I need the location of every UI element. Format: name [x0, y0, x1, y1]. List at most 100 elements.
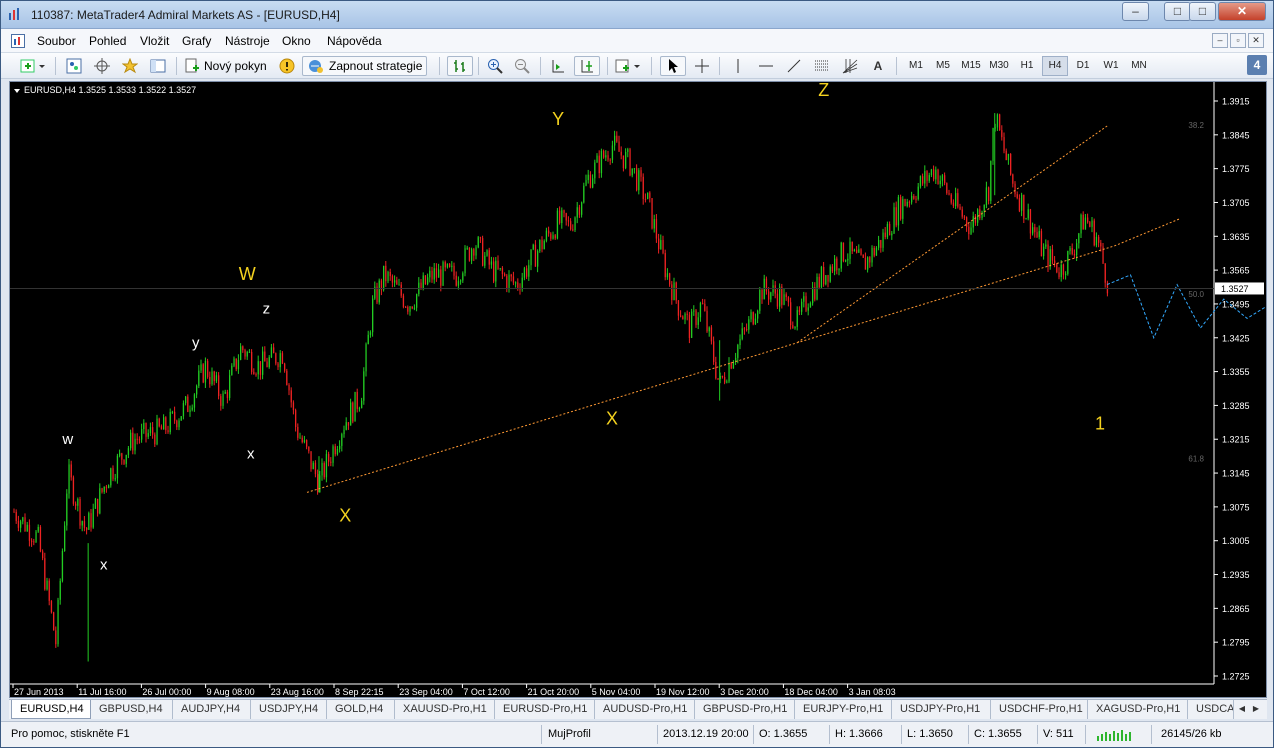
new-chart-button[interactable] [17, 56, 49, 76]
vertical-line-tool[interactable] [727, 56, 749, 76]
zoom-out-button[interactable] [511, 56, 533, 76]
tabs-scroll-right-icon[interactable]: ▶ [1250, 702, 1262, 716]
timeframe-m15[interactable]: M15 [958, 56, 984, 76]
candle-body [354, 391, 356, 422]
timeframe-h4[interactable]: H4 [1042, 56, 1068, 76]
trendline [797, 124, 1109, 344]
profiles-button[interactable] [63, 56, 85, 76]
zoom-in-button[interactable] [484, 56, 506, 76]
candle-body [935, 169, 937, 180]
text-tool[interactable]: A [867, 56, 889, 76]
menu-insert[interactable]: Vložit [140, 34, 169, 48]
candle-body [20, 521, 22, 528]
candle-body [523, 268, 526, 278]
candle-body [897, 197, 900, 226]
menu-help[interactable]: Nápověda [327, 34, 382, 48]
chart-close-button[interactable]: ✕ [1248, 33, 1264, 48]
candle-body [693, 310, 695, 312]
market-watch-button[interactable] [91, 56, 113, 76]
candle-body [664, 253, 666, 278]
price-chart[interactable]: 1.3915 1.3845 1.3775 1.3705 1.3635 1.3565 1.34… [10, 82, 1266, 697]
notification-badge[interactable]: 4 [1247, 55, 1267, 75]
chart-window[interactable]: 1.3915 1.3845 1.3775 1.3705 1.3635 1.3565 1.34… [9, 81, 1267, 698]
candle-body [1091, 220, 1093, 227]
timeframe-h1[interactable]: H1 [1014, 56, 1040, 76]
tab-eurjpy-pro-h1[interactable]: EURJPY-Pro,H1 [795, 700, 892, 719]
candle-body [992, 128, 994, 161]
restore-button[interactable]: □ [1189, 2, 1216, 21]
timeframe-d1[interactable]: D1 [1070, 56, 1096, 76]
channel-tool[interactable] [811, 56, 833, 76]
fibonacci-tool[interactable] [839, 56, 861, 76]
new-order-button[interactable]: Nový pokyn [184, 56, 267, 76]
tab-audusd-pro-h1[interactable]: AUDUSD-Pro,H1 [595, 700, 695, 719]
candle-body [180, 416, 182, 421]
navigator-button[interactable] [119, 56, 141, 76]
trendline-tool[interactable] [783, 56, 805, 76]
chart-restore-button[interactable]: ▫ [1230, 33, 1246, 48]
y-tick-label: 1.3915 [1222, 97, 1250, 107]
tab-gbpusd-h4[interactable]: GBPUSD,H4 [91, 700, 173, 719]
tab-eurusd-h4[interactable]: EURUSD,H4 [11, 700, 91, 719]
minimize-button[interactable]: – [1122, 2, 1149, 21]
new-order-label: Nový pokyn [204, 59, 267, 73]
candle-body [101, 488, 103, 492]
tab-usdcad-partial[interactable]: USDCAI [1188, 700, 1234, 719]
x-tick-label: 18 Dec 04:00 [784, 687, 838, 697]
timeframe-m30[interactable]: M30 [986, 56, 1012, 76]
menu-charts[interactable]: Grafy [182, 34, 211, 48]
crosshair-tool[interactable] [691, 56, 713, 76]
candle-body [906, 201, 908, 206]
menu-file[interactable]: Soubor [37, 34, 76, 48]
tab-xagusd-pro-h1[interactable]: XAGUSD-Pro,H1 [1088, 700, 1188, 719]
tabs-scroll-left-icon[interactable]: ◀ [1236, 702, 1248, 716]
timeframe-m1[interactable]: M1 [903, 56, 929, 76]
candle-body [1016, 194, 1018, 198]
tab-usdjpy-pro-h1[interactable]: USDJPY-Pro,H1 [892, 700, 991, 719]
candle-body [666, 273, 669, 278]
candle-body [165, 417, 167, 431]
menu-tools[interactable]: Nástroje [225, 34, 270, 48]
candle-body [99, 488, 101, 514]
candle-body [528, 265, 530, 277]
tab-usdjpy-h4[interactable]: USDJPY,H4 [251, 700, 327, 719]
candle-body [224, 392, 226, 394]
chart-shift-button[interactable] [574, 56, 600, 76]
candle-body [185, 396, 187, 404]
expert-advisors-toggle[interactable]: Zapnout strategie [302, 56, 428, 76]
menu-window[interactable]: Okno [282, 34, 311, 48]
indicators-button[interactable] [613, 56, 645, 76]
candle-body [809, 303, 812, 308]
candle-body [596, 155, 598, 163]
autoscroll-button[interactable] [547, 56, 569, 76]
candle-body [1023, 194, 1025, 219]
bar-chart-button[interactable] [447, 56, 473, 76]
candle-body [273, 347, 275, 354]
candle-body [356, 391, 358, 409]
tab-usdchf-pro-h1[interactable]: USDCHF-Pro,H1 [991, 700, 1088, 719]
timeframe-w1[interactable]: W1 [1098, 56, 1124, 76]
candle-body [996, 114, 999, 128]
current-price-label: 1.3527 [1221, 284, 1249, 294]
tab-audjpy-h4[interactable]: AUDJPY,H4 [173, 700, 251, 719]
close-button[interactable]: ✕ [1218, 2, 1266, 21]
alert-button[interactable] [277, 56, 297, 76]
menu-view[interactable]: Pohled [89, 34, 126, 48]
candle-body [189, 409, 191, 412]
candle-body [83, 521, 86, 528]
candle-body [794, 326, 796, 329]
candle-body [660, 240, 662, 250]
tab-xauusd-pro-h1[interactable]: XAUUSD-Pro,H1 [395, 700, 495, 719]
x-tick-label: 26 Jul 00:00 [142, 687, 191, 697]
tab-eurusd-pro-h1[interactable]: EURUSD-Pro,H1 [495, 700, 595, 719]
terminal-button[interactable] [147, 56, 169, 76]
tab-gbpusd-pro-h1[interactable]: GBPUSD-Pro,H1 [695, 700, 795, 719]
cursor-tool[interactable] [660, 56, 686, 76]
tab-gold-h4[interactable]: GOLD,H4 [327, 700, 395, 719]
timeframe-mn[interactable]: MN [1126, 56, 1152, 76]
timeframe-m5[interactable]: M5 [930, 56, 956, 76]
horizontal-line-tool[interactable] [755, 56, 777, 76]
candle-body [369, 332, 372, 335]
chart-minimize-button[interactable]: – [1212, 33, 1228, 48]
maximize-button[interactable]: □ [1164, 2, 1191, 21]
